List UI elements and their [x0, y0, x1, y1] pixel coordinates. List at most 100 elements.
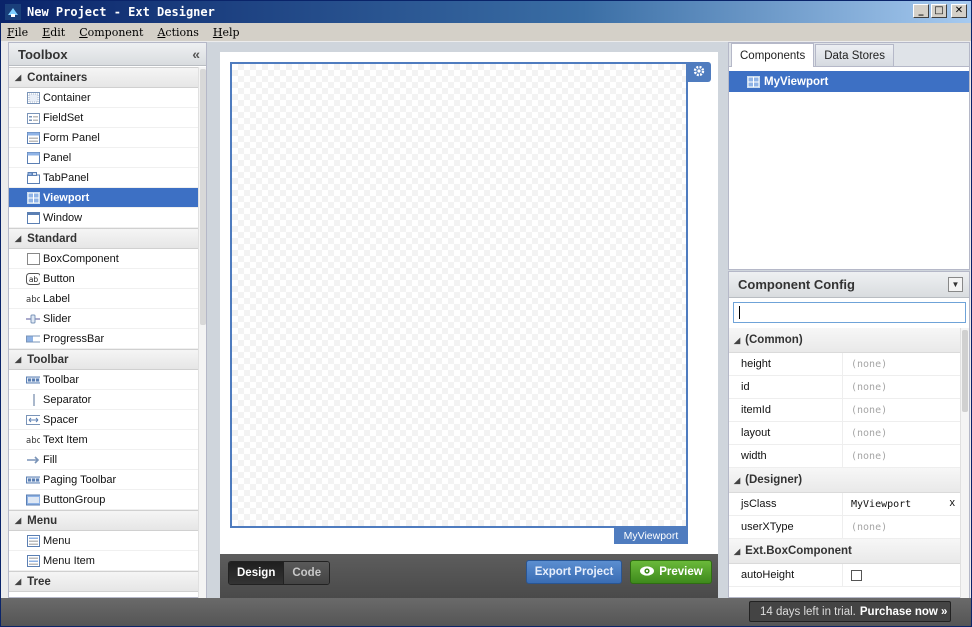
minimize-button[interactable]: _ [913, 4, 929, 18]
config-value-text: (none) [851, 450, 888, 462]
toolbox-item-text-item[interactable]: abc Text Item [9, 430, 199, 450]
export-project-button[interactable]: Export Project [526, 560, 622, 584]
toolbox-item-paging-toolbar[interactable]: Paging Toolbar [9, 470, 199, 490]
config-value-itemid[interactable]: (none) [843, 399, 961, 421]
tree-node-myviewport[interactable]: MyViewport [729, 71, 969, 92]
dropdown-icon[interactable]: ▼ [948, 277, 963, 292]
toolbox-item-viewport[interactable]: Viewport [9, 188, 199, 208]
config-row-autoheight: autoHeight [729, 564, 961, 587]
toolbox-item-button[interactable]: ab Button [9, 269, 199, 289]
purchase-now-link[interactable]: Purchase now » [860, 606, 948, 618]
config-value-text: (none) [851, 381, 888, 393]
toolbox-item-slider[interactable]: Slider [9, 309, 199, 329]
clear-value-icon[interactable]: x [950, 497, 956, 509]
menu-help[interactable]: Help [211, 26, 242, 39]
viewport-component[interactable] [230, 62, 688, 528]
button-icon: ab [26, 272, 40, 285]
preview-button[interactable]: Preview [630, 560, 712, 584]
window-controls: _ □ ✕ [913, 4, 967, 18]
gear-icon [693, 65, 705, 80]
config-row-layout: layout (none) [729, 422, 961, 445]
toolbox-item-spacer[interactable]: Spacer [9, 410, 199, 430]
toolbox-scrollbar-thumb[interactable] [200, 69, 206, 325]
config-value-text: MyViewport [851, 498, 912, 510]
toolbox-item-tabpanel[interactable]: TabPanel [9, 168, 199, 188]
config-group-ext-boxcomponent[interactable]: ◢ Ext.BoxComponent [729, 539, 961, 564]
config-key: itemId [729, 399, 843, 421]
right-panels: Components Data Stores MyViewport Compon… [728, 42, 970, 598]
menu-help-accel: H [212, 25, 223, 39]
config-value-id[interactable]: (none) [843, 376, 961, 398]
config-value-autoheight[interactable] [843, 564, 961, 586]
toolbox-group-menu[interactable]: ◢ Menu [9, 510, 199, 531]
progressbar-icon [26, 332, 40, 345]
component-tag[interactable]: MyViewport [614, 528, 688, 544]
toolbox-item-form-panel[interactable]: Form Panel [9, 128, 199, 148]
config-value-height[interactable]: (none) [843, 353, 961, 375]
config-group-designer[interactable]: ◢ (Designer) [729, 468, 961, 493]
component-config-panel: Component Config ▼ ◢ (Common) height (none)… [728, 271, 970, 598]
expand-triangle-icon: ◢ [15, 577, 22, 586]
config-search-input[interactable] [733, 302, 966, 323]
menu-component[interactable]: Component [77, 26, 145, 39]
window-icon [26, 211, 40, 224]
collapse-icon[interactable]: « [192, 46, 200, 62]
toolbox-item-panel[interactable]: Panel [9, 148, 199, 168]
close-button[interactable]: ✕ [951, 4, 967, 18]
menu-file-accel: F [7, 25, 15, 39]
toolbox-group-containers[interactable]: ◢ Containers [9, 67, 199, 88]
label-icon: abc [26, 292, 40, 305]
config-value-jsclass[interactable]: MyViewport x [843, 493, 961, 515]
toolbox-item-window[interactable]: Window [9, 208, 199, 228]
menu-bar: File Edit Component Actions Help [1, 23, 971, 41]
toolbox-item-boxcomponent[interactable]: BoxComponent [9, 249, 199, 269]
toolbox-item-fieldset[interactable]: FieldSet [9, 108, 199, 128]
toolbox-item-label: Label [43, 292, 70, 305]
toolbox-item-fill[interactable]: Fill [9, 450, 199, 470]
toolbox-group-standard[interactable]: ◢ Standard [9, 228, 199, 249]
config-value-userxtype[interactable]: (none) [843, 516, 961, 538]
buttongroup-icon [26, 493, 40, 506]
expand-triangle-icon: ◢ [734, 546, 741, 556]
trial-text: 14 days left in trial. [760, 605, 856, 618]
app-window: New Project - Ext Designer _ □ ✕ File Ed… [0, 0, 972, 627]
config-scrollbar[interactable] [960, 328, 969, 598]
eye-icon [639, 565, 655, 580]
toolbox-item-menu[interactable]: Menu [9, 531, 199, 551]
toolbox-item-buttongroup[interactable]: ButtonGroup [9, 490, 199, 510]
preview-label: Preview [659, 566, 703, 578]
toolbox-item-label: Menu Item [43, 554, 95, 567]
trial-notice[interactable]: 14 days left in trial. Purchase now » [749, 601, 951, 622]
tab-data-stores[interactable]: Data Stores [815, 44, 894, 66]
config-value-text: (none) [851, 521, 888, 533]
config-key: height [729, 353, 843, 375]
maximize-button[interactable]: □ [931, 4, 947, 18]
tab-components[interactable]: Components [731, 43, 815, 67]
tree-node-label: MyViewport [764, 75, 829, 88]
menu-file[interactable]: File [5, 26, 30, 39]
svg-text:ab: ab [29, 275, 39, 284]
tabpanel-icon [26, 171, 40, 184]
config-scrollbar-thumb[interactable] [962, 330, 968, 412]
expand-triangle-icon: ◢ [15, 355, 22, 364]
config-group-common[interactable]: ◢ (Common) [729, 328, 961, 353]
toolbox-group-toolbar[interactable]: ◢ Toolbar [9, 349, 199, 370]
toolbox-group-tree[interactable]: ◢ Tree [9, 571, 199, 592]
autoheight-checkbox[interactable] [851, 569, 862, 581]
component-settings-button[interactable] [687, 62, 711, 82]
config-value-width[interactable]: (none) [843, 445, 961, 467]
design-tab-button[interactable]: Design [229, 562, 284, 584]
slider-icon [26, 312, 40, 325]
config-value-layout[interactable]: (none) [843, 422, 961, 444]
menu-actions[interactable]: Actions [155, 26, 200, 39]
menu-edit[interactable]: Edit [40, 26, 67, 39]
toolbox-item-menu-item[interactable]: Menu Item [9, 551, 199, 571]
code-tab-button[interactable]: Code [283, 562, 330, 584]
toolbox-item-container[interactable]: Container [9, 88, 199, 108]
toolbox-item-toolbar[interactable]: Toolbar [9, 370, 199, 390]
toolbox-item-progressbar[interactable]: ProgressBar [9, 329, 199, 349]
toolbox-item-label[interactable]: abc Label [9, 289, 199, 309]
toolbox-item-separator[interactable]: Separator [9, 390, 199, 410]
toolbox-scrollbar[interactable] [198, 67, 206, 599]
config-row-width: width (none) [729, 445, 961, 468]
